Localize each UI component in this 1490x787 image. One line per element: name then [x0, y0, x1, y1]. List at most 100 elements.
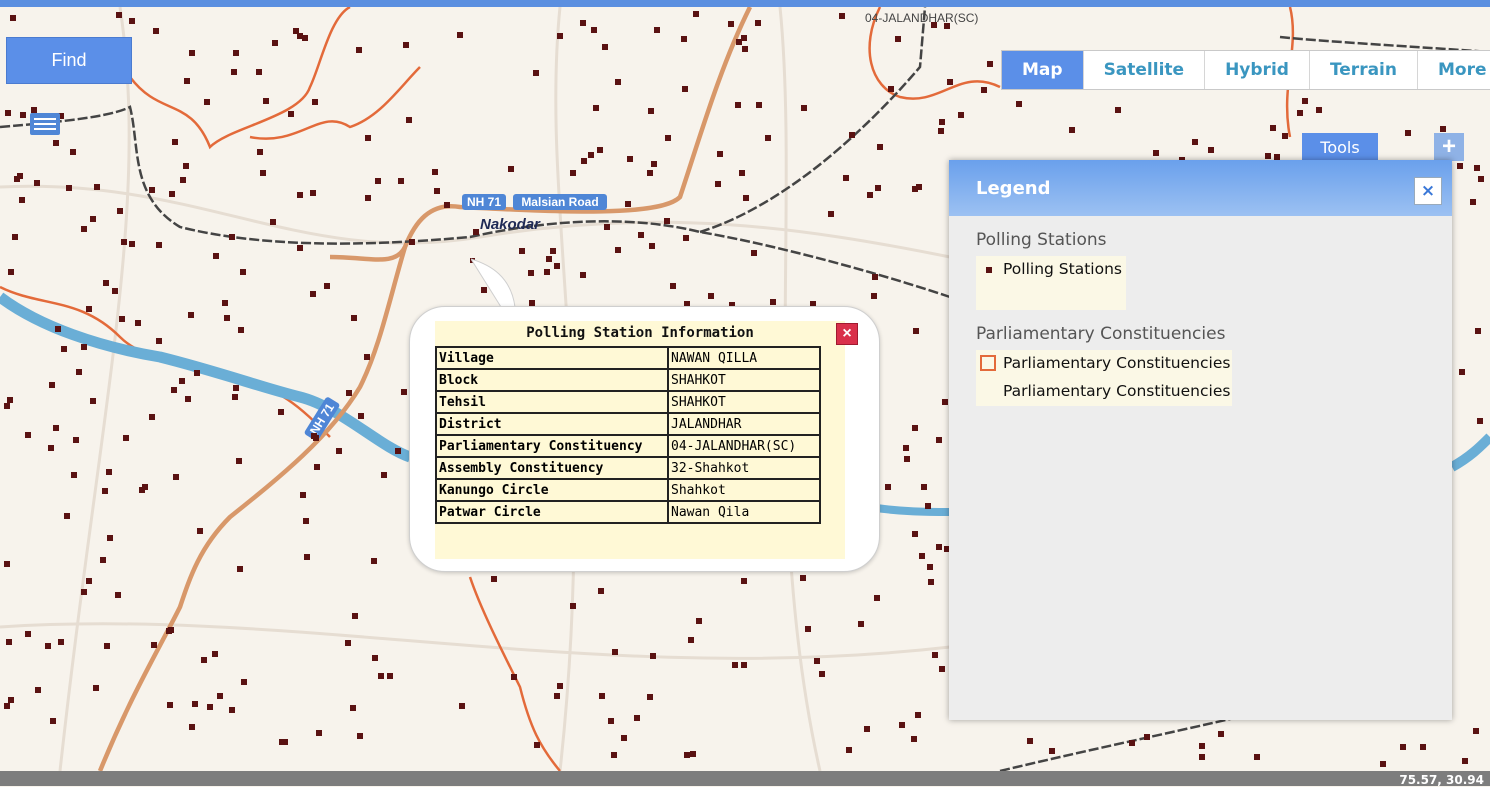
polling-station-marker[interactable] — [885, 484, 891, 490]
polling-station-marker[interactable] — [693, 11, 699, 17]
polling-station-marker[interactable] — [615, 79, 621, 85]
polling-station-marker[interactable] — [491, 576, 497, 582]
polling-station-marker[interactable] — [927, 564, 933, 570]
polling-station-marker[interactable] — [638, 232, 644, 238]
polling-station-marker[interactable] — [936, 544, 942, 550]
polling-station-marker[interactable] — [664, 218, 670, 224]
polling-station-marker[interactable] — [115, 592, 121, 598]
polling-station-marker[interactable] — [401, 389, 407, 395]
polling-station-marker[interactable] — [665, 135, 671, 141]
polling-station-marker[interactable] — [1016, 101, 1022, 107]
polling-station-marker[interactable] — [634, 715, 640, 721]
polling-station-marker[interactable] — [260, 170, 266, 176]
polling-station-marker[interactable] — [213, 253, 219, 259]
polling-station-marker[interactable] — [581, 158, 587, 164]
polling-station-marker[interactable] — [1400, 744, 1406, 750]
find-button[interactable]: Find — [6, 37, 132, 84]
polling-station-marker[interactable] — [742, 46, 748, 52]
polling-station-marker[interactable] — [257, 149, 263, 155]
polling-station-marker[interactable] — [311, 433, 317, 439]
polling-station-marker[interactable] — [683, 235, 689, 241]
polling-station-marker[interactable] — [86, 578, 92, 584]
polling-station-marker[interactable] — [947, 79, 953, 85]
polling-station-marker[interactable] — [229, 234, 235, 240]
polling-station-marker[interactable] — [1470, 199, 1476, 205]
polling-station-marker[interactable] — [156, 242, 162, 248]
polling-station-marker[interactable] — [293, 28, 299, 34]
polling-station-marker[interactable] — [936, 437, 942, 443]
polling-station-marker[interactable] — [1462, 758, 1468, 764]
polling-station-marker[interactable] — [256, 69, 262, 75]
polling-station-marker[interactable] — [931, 22, 937, 28]
polling-station-marker[interactable] — [958, 112, 964, 118]
polling-station-marker[interactable] — [53, 140, 59, 146]
polling-station-marker[interactable] — [346, 390, 352, 396]
polling-station-marker[interactable] — [197, 528, 203, 534]
polling-station-marker[interactable] — [172, 139, 178, 145]
polling-station-marker[interactable] — [117, 208, 123, 214]
polling-station-marker[interactable] — [612, 649, 618, 655]
polling-station-marker[interactable] — [233, 50, 239, 56]
polling-station-marker[interactable] — [944, 23, 950, 29]
polling-station-marker[interactable] — [1115, 107, 1121, 113]
polling-station-marker[interactable] — [544, 269, 550, 275]
polling-station-marker[interactable] — [459, 703, 465, 709]
polling-station-marker[interactable] — [942, 399, 948, 405]
polling-station-marker[interactable] — [627, 156, 633, 162]
polling-station-marker[interactable] — [103, 280, 109, 286]
polling-station-marker[interactable] — [546, 256, 552, 262]
polling-station-marker[interactable] — [916, 184, 922, 190]
polling-station-marker[interactable] — [217, 693, 223, 699]
polling-station-marker[interactable] — [604, 224, 610, 230]
polling-station-marker[interactable] — [49, 382, 55, 388]
polling-station-marker[interactable] — [352, 613, 358, 619]
polling-station-marker[interactable] — [90, 216, 96, 222]
polling-station-marker[interactable] — [364, 354, 370, 360]
polling-station-marker[interactable] — [648, 108, 654, 114]
polling-station-marker[interactable] — [357, 733, 363, 739]
polling-station-marker[interactable] — [94, 184, 100, 190]
polling-station-marker[interactable] — [681, 36, 687, 42]
polling-station-marker[interactable] — [849, 132, 855, 138]
polling-station-marker[interactable] — [715, 181, 721, 187]
polling-station-marker[interactable] — [647, 170, 653, 176]
polling-station-marker[interactable] — [345, 640, 351, 646]
polling-station-marker[interactable] — [135, 320, 141, 326]
polling-station-marker[interactable] — [231, 69, 237, 75]
polling-station-marker[interactable] — [263, 98, 269, 104]
polling-station-marker[interactable] — [932, 652, 938, 658]
polling-station-marker[interactable] — [139, 487, 145, 493]
polling-station-marker[interactable] — [356, 47, 362, 53]
polling-station-marker[interactable] — [519, 248, 525, 254]
polling-station-marker[interactable] — [508, 166, 514, 172]
polling-station-marker[interactable] — [153, 28, 159, 34]
polling-station-marker[interactable] — [625, 201, 631, 207]
polling-station-marker[interactable] — [839, 13, 845, 19]
polling-station-marker[interactable] — [1475, 328, 1481, 334]
polling-station-marker[interactable] — [222, 300, 228, 306]
polling-station-marker[interactable] — [232, 394, 238, 400]
polling-station-marker[interactable] — [728, 21, 734, 27]
polling-station-marker[interactable] — [233, 385, 239, 391]
zoom-in-button[interactable]: + — [1434, 133, 1464, 161]
polling-station-marker[interactable] — [921, 484, 927, 490]
polling-station-marker[interactable] — [129, 241, 135, 247]
polling-station-marker[interactable] — [756, 102, 762, 108]
polling-station-marker[interactable] — [741, 662, 747, 668]
polling-station-marker[interactable] — [864, 726, 870, 732]
polling-station-marker[interactable] — [279, 739, 285, 745]
polling-station-marker[interactable] — [398, 178, 404, 184]
polling-station-marker[interactable] — [696, 618, 702, 624]
polling-station-marker[interactable] — [904, 456, 910, 462]
polling-station-marker[interactable] — [316, 730, 322, 736]
polling-station-marker[interactable] — [237, 566, 243, 572]
polling-station-marker[interactable] — [649, 243, 655, 249]
polling-station-marker[interactable] — [288, 111, 294, 117]
polling-station-marker[interactable] — [106, 469, 112, 475]
polling-station-marker[interactable] — [444, 202, 450, 208]
polling-station-marker[interactable] — [533, 70, 539, 76]
polling-station-marker[interactable] — [1199, 743, 1205, 749]
polling-station-marker[interactable] — [602, 44, 608, 50]
polling-station-marker[interactable] — [73, 437, 79, 443]
polling-station-marker[interactable] — [580, 20, 586, 26]
